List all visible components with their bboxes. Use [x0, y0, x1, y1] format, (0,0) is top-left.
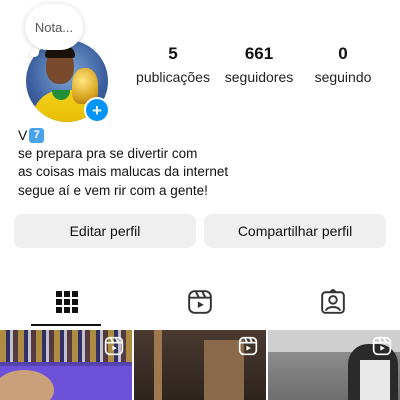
stat-following-count: 0: [338, 44, 348, 63]
grid-icon: [55, 291, 78, 313]
stat-following-label: seguindo: [314, 69, 372, 85]
note-text: Nota...: [34, 19, 74, 35]
stat-followers[interactable]: 661 seguidores: [218, 44, 300, 85]
bio-line: as coisas mais malucas da internet: [18, 164, 229, 179]
stat-followers-label: seguidores: [224, 69, 294, 85]
reels-icon: [104, 336, 124, 356]
share-profile-button[interactable]: Compartilhar perfil: [204, 214, 386, 248]
stat-followers-count: 661: [244, 44, 274, 63]
profile-bio: V 7 se prepara pra se divertir com as co…: [18, 126, 388, 200]
reels-icon: [238, 336, 258, 356]
reels-icon: [372, 336, 392, 356]
grid-item[interactable]: [268, 330, 400, 400]
bio-line: se prepara pra se divertir com: [18, 145, 198, 161]
tab-posts-grid[interactable]: [0, 280, 133, 324]
edit-profile-button[interactable]: Editar perfil: [14, 214, 196, 248]
plus-icon: +: [92, 100, 102, 120]
profile-name: V 7: [18, 126, 388, 145]
stat-posts-label: publicações: [136, 69, 210, 85]
grid-item[interactable]: [134, 330, 266, 400]
active-tab-indicator: [31, 324, 101, 326]
note-bubble[interactable]: Nota...: [25, 4, 83, 50]
seven-badge: 7: [29, 127, 45, 143]
grid-item[interactable]: [0, 330, 132, 400]
posts-grid: [0, 330, 400, 400]
profile-tabs: [0, 280, 400, 328]
reels-icon: [187, 290, 212, 314]
thumb-stripe: [154, 330, 162, 400]
stat-posts[interactable]: 5 publicações: [128, 44, 218, 85]
thumb-shirt: [360, 360, 390, 400]
note-tail-small: [26, 58, 31, 63]
bio-line: segue aí e vem rir com a gente!: [18, 182, 208, 198]
tagged-icon: [320, 289, 345, 314]
profile-name-text: V: [18, 127, 28, 143]
note-tail: [30, 48, 39, 57]
stat-following[interactable]: 0 seguindo: [306, 44, 380, 85]
stat-posts-count: 5: [168, 44, 178, 63]
add-story-button[interactable]: +: [84, 97, 110, 123]
tab-reels[interactable]: [133, 280, 266, 324]
tab-tagged[interactable]: [266, 280, 399, 324]
